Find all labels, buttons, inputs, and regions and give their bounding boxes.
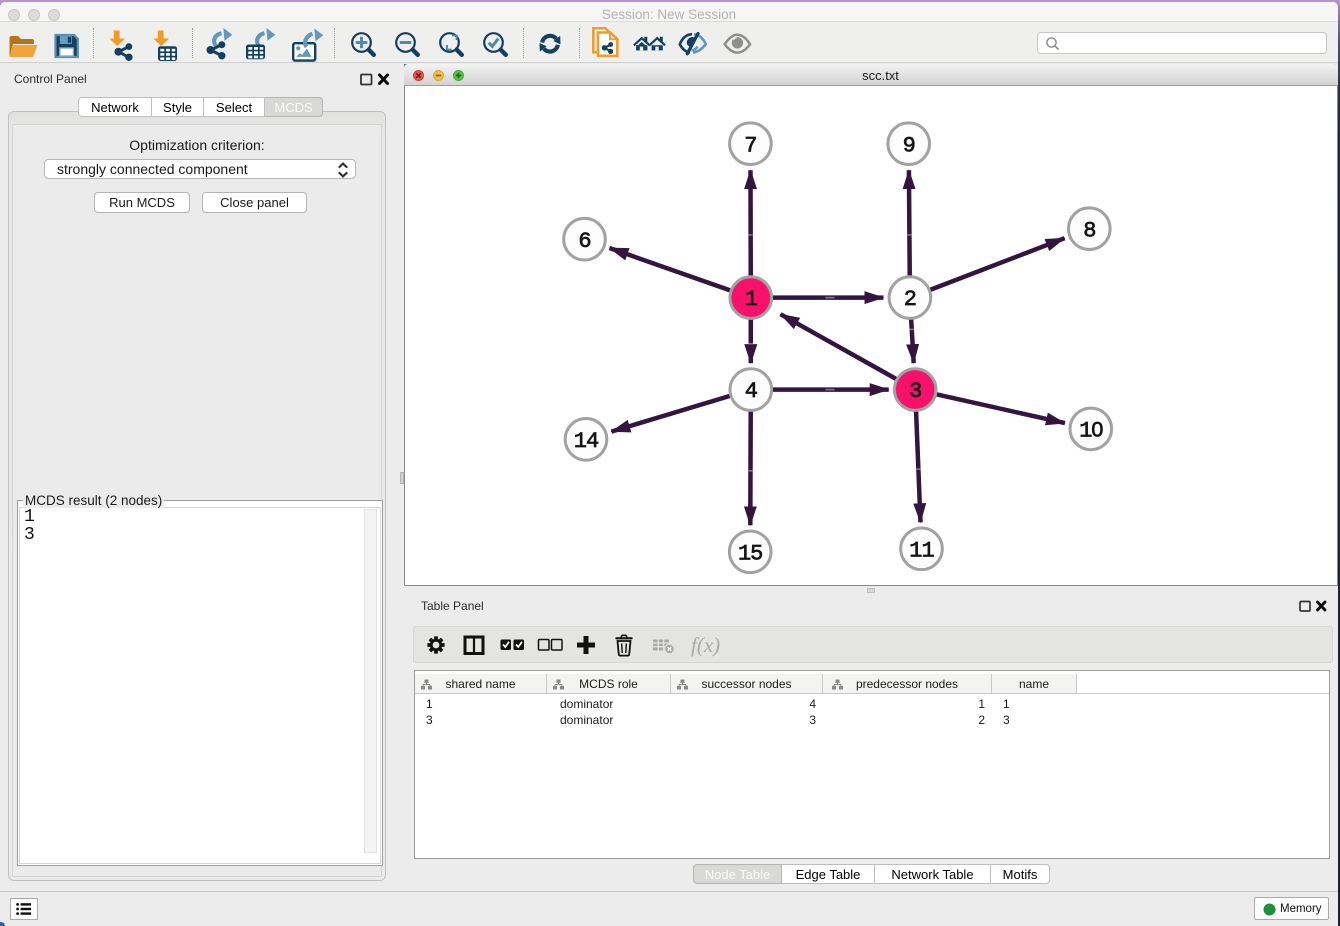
svg-text:4: 4 (745, 379, 758, 404)
svg-text:10: 10 (1079, 418, 1103, 444)
svg-text:6: 6 (578, 229, 590, 254)
svg-text:11: 11 (909, 538, 934, 563)
svg-text:3: 3 (909, 379, 921, 404)
svg-text:7: 7 (744, 133, 756, 158)
svg-text:8: 8 (1083, 218, 1095, 243)
svg-text:15: 15 (738, 541, 762, 566)
svg-text:2: 2 (904, 287, 916, 312)
svg-text:1: 1 (745, 287, 758, 312)
svg-text:9: 9 (903, 133, 915, 158)
svg-text:f(x): f(x) (691, 633, 720, 657)
svg-text:14: 14 (574, 429, 599, 454)
